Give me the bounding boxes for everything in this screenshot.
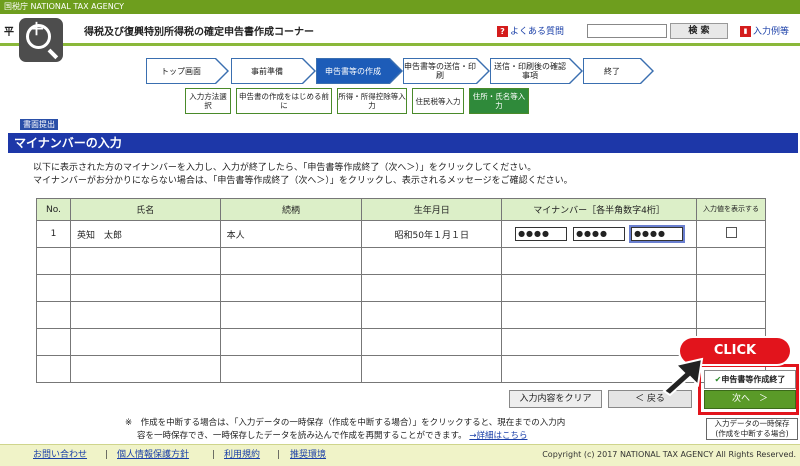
search-input[interactable] (587, 24, 667, 38)
footer: お問い合わせ | 個人情報保護方針 | 利用規約 | 推奨環境 Copyrigh… (0, 444, 800, 466)
book-icon: ▮ (740, 26, 751, 37)
mynumber-input-2[interactable]: ●●●● (573, 227, 626, 241)
agency-bar: 国税庁 NATIONAL TAX AGENCY (0, 0, 800, 14)
substep-resident: 住民税等入力 (412, 88, 464, 114)
footer-privacy-link[interactable]: 個人情報保護方針 (117, 445, 189, 465)
copyright: Copyright (c) 2017 NATIONAL TAX AGENCY A… (542, 450, 796, 459)
header-show-value: 入力値を表示する (696, 198, 766, 221)
mynumber-table: No. 氏名 続柄 生年月日 マイナンバー［各半角数字4桁］ 入力値を表示する … (36, 198, 766, 383)
help-link[interactable]: ▮ 入力例等 (740, 24, 789, 37)
finish-button[interactable]: ✔申告書等作成終了 (704, 370, 796, 389)
question-icon: ? (497, 26, 508, 37)
cell-show (696, 220, 766, 248)
cell-dob: 昭和50年１月１日 (361, 220, 503, 248)
table-row: 1 英知 太郎 本人 昭和50年１月１日 ●●●● ●●●● ●●●● (36, 220, 766, 248)
header-relation: 続柄 (219, 198, 363, 221)
title-suffix: 得税及び復興特別所得税の確定申告書作成コーナー (84, 27, 314, 38)
footer-terms-link[interactable]: 利用規約 (224, 445, 260, 465)
instruction-line-1: 以下に表示された方のマイナンバーを入力し、入力が終了したら、「申告書等作成終了（… (33, 163, 537, 173)
page: 国税庁 NATIONAL TAX AGENCY 平 得税及び復興特別所得税の確定申… (0, 0, 800, 466)
screen-tag: 書面提出 (20, 119, 58, 130)
step-send: 申告書等の送信・印刷 (403, 58, 490, 84)
cell-mynumber: ●●●● ●●●● ●●●● (501, 220, 698, 248)
header-no: No. (36, 198, 71, 221)
progress-steps: トップ画面 事前準備 申告書等の作成 申告書等の送信・印刷 送信・印刷後の確認事… (0, 58, 800, 118)
substep-income: 所得・所得控除等入力 (337, 88, 407, 114)
header-dob: 生年月日 (361, 198, 503, 221)
table-row (36, 301, 766, 329)
step-confirm: 送信・印刷後の確認事項 (490, 58, 583, 84)
table-row (36, 355, 766, 383)
show-value-checkbox[interactable] (725, 227, 737, 238)
step-prep: 事前準備 (231, 58, 316, 84)
title-prefix: 平 (4, 27, 14, 38)
mynumber-input-1[interactable]: ●●●● (515, 227, 568, 241)
section-header: マイナンバーの入力 (8, 133, 798, 153)
detail-link[interactable]: →詳細はこちら (469, 431, 527, 441)
table-row (36, 274, 766, 302)
note-line-2: 容を一時保存でき、一時保存したデータを読み込んで作成を再開することができます。 … (137, 431, 528, 441)
search-button[interactable]: 検 索 (670, 23, 728, 39)
mynumber-input-3[interactable]: ●●●● (631, 227, 684, 241)
save-temp-button[interactable]: 入力データの一時保存 (作成を中断する場合) (706, 418, 798, 440)
faq-link[interactable]: ? よくある質問 (497, 24, 564, 37)
footer-env-link[interactable]: 推奨環境 (290, 445, 326, 465)
header-mynumber: マイナンバー［各半角数字4桁］ (501, 198, 698, 221)
pointer-arrow-icon (662, 357, 704, 397)
header-name: 氏名 (69, 198, 221, 221)
clear-button[interactable]: 入力内容をクリア (509, 390, 602, 408)
substep-before: 申告書の作成をはじめる前に (236, 88, 332, 114)
cell-name: 英知 太郎 (69, 220, 221, 248)
next-button[interactable]: 次へ ＞ (704, 390, 796, 409)
step-top: トップ画面 (146, 58, 229, 84)
substep-method: 入力方法選択 (185, 88, 231, 114)
cell-relation: 本人 (219, 220, 363, 248)
table-row (36, 247, 766, 275)
step-create: 申告書等の作成 (316, 58, 403, 84)
cell-no: 1 (36, 220, 71, 248)
zoom-icon[interactable]: ＋ (19, 18, 63, 62)
note-line-1: ※ 作成を中断する場合は、「入力データの一時保存（作成を中断する場合）」をクリッ… (125, 418, 566, 428)
footer-contact-link[interactable]: お問い合わせ (33, 445, 87, 465)
substep-address: 住所・氏名等入力 (469, 88, 529, 114)
instruction-line-2: マイナンバーがお分かりにならない場合は、「申告書等作成終了（次へ＞）」をクリック… (33, 176, 573, 186)
table-row (36, 328, 766, 356)
step-end: 終了 (583, 58, 654, 84)
